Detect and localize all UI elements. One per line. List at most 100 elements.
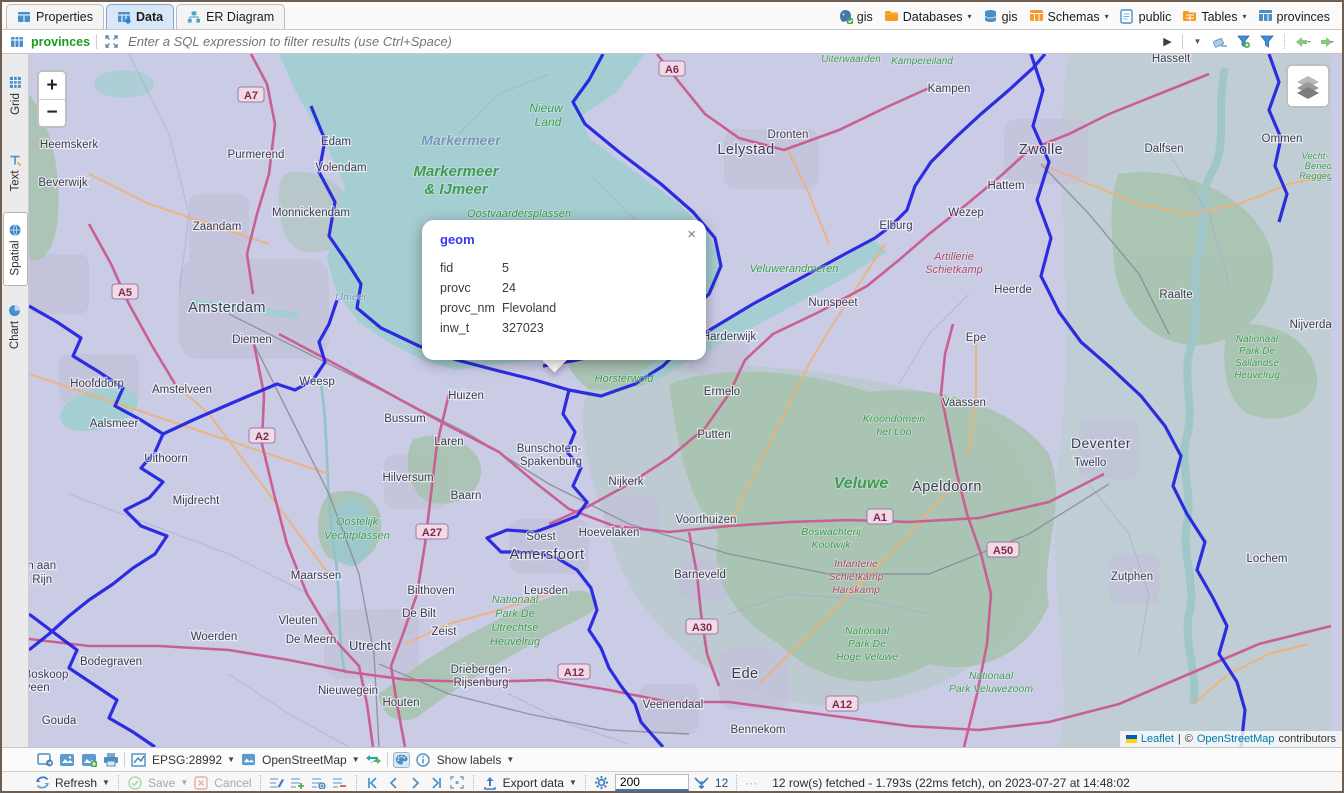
first-page-icon[interactable] xyxy=(365,775,381,791)
basemap-dropdown-icon[interactable]: ▼ xyxy=(352,755,360,764)
road-badge: A27 xyxy=(416,524,448,539)
svg-text:A50: A50 xyxy=(993,545,1013,557)
popup-title[interactable]: geom xyxy=(440,232,690,247)
chevron-down-icon[interactable]: ▾ xyxy=(968,12,972,21)
map-canvas[interactable]: A7A6A5A2A27A1A50A30A12A12 HeemskerkBever… xyxy=(29,54,1331,747)
map-city-label: Boskoop xyxy=(29,669,68,681)
map-city-label: Vaassen xyxy=(942,397,986,409)
map-city-label: Amsterdam xyxy=(188,300,266,316)
save-dropdown-icon[interactable]: ▼ xyxy=(180,778,188,787)
presentation-tab-text[interactable]: Text xyxy=(3,135,28,209)
show-labels-dropdown-icon[interactable]: ▼ xyxy=(506,755,514,764)
map-city-label: Hilversum xyxy=(382,472,433,484)
presentation-tab-grid[interactable]: Grid xyxy=(3,58,28,132)
nav-back-icon[interactable] xyxy=(1294,33,1311,50)
map-area-label: Oostelijk xyxy=(336,516,379,528)
breadcrumb-item-gis[interactable]: gis xyxy=(838,9,873,24)
next-page-icon[interactable] xyxy=(407,775,423,791)
tab-er-diagram[interactable]: ER Diagram xyxy=(176,4,285,29)
breadcrumb-item-schemas[interactable]: Schemas▾ xyxy=(1029,9,1109,24)
style-palette-icon[interactable] xyxy=(393,752,410,768)
edit-row-icon[interactable] xyxy=(269,775,285,791)
flip-coordinates-icon[interactable] xyxy=(365,752,382,768)
zoom-out-button[interactable]: − xyxy=(39,99,65,126)
refresh-label[interactable]: Refresh xyxy=(55,776,97,790)
map-area-label: Heuvelrug xyxy=(490,636,541,648)
map-area-label: Veluwe xyxy=(834,475,889,492)
breadcrumb-item-public[interactable]: public xyxy=(1120,9,1172,24)
road-badge: A30 xyxy=(686,619,718,634)
export-label[interactable]: Export data xyxy=(503,776,564,790)
map-area-label: Boswachterij xyxy=(801,526,861,538)
segment-fetch-icon[interactable] xyxy=(694,775,710,791)
copy-map-icon[interactable] xyxy=(36,752,53,768)
chevron-down-icon[interactable]: ▾ xyxy=(1105,12,1109,21)
basemap-label[interactable]: OpenStreetMap xyxy=(262,753,347,767)
save-icon[interactable] xyxy=(127,775,143,791)
save-image-icon[interactable] xyxy=(58,752,75,768)
show-labels-label[interactable]: Show labels xyxy=(437,753,502,767)
save-image-as-icon[interactable] xyxy=(80,752,97,768)
delete-row-icon[interactable] xyxy=(332,775,348,791)
layers-control[interactable] xyxy=(1286,64,1330,108)
map-city-label: Hoofddorp xyxy=(70,378,124,390)
settings-gear-icon[interactable] xyxy=(594,775,610,791)
save-label[interactable]: Save xyxy=(148,776,175,790)
crs-icon xyxy=(130,752,147,768)
fetch-size-input[interactable] xyxy=(615,774,689,791)
overflow-ellipsis[interactable]: ··· xyxy=(745,776,757,790)
osm-link[interactable]: OpenStreetMap xyxy=(1197,733,1275,745)
er-icon xyxy=(187,10,201,24)
breadcrumb-item-gis[interactable]: gis xyxy=(983,9,1018,24)
cancel-label[interactable]: Cancel xyxy=(214,776,251,790)
spatial-map-viewer[interactable]: A7A6A5A2A27A1A50A30A12A12 HeemskerkBever… xyxy=(29,54,1342,747)
presentation-tab-chart[interactable]: Chart xyxy=(3,289,28,363)
add-row-icon[interactable] xyxy=(290,775,306,791)
refresh-icon[interactable] xyxy=(34,775,50,791)
presentation-tab-spatial[interactable]: Spatial xyxy=(3,212,28,286)
erase-filter-icon[interactable] xyxy=(1212,33,1229,50)
breadcrumb-item-provinces[interactable]: provinces xyxy=(1258,9,1331,24)
entity-name[interactable]: provinces xyxy=(31,35,90,49)
svg-text:A1: A1 xyxy=(873,512,887,524)
duplicate-row-icon[interactable] xyxy=(311,775,327,791)
road-badge: A50 xyxy=(987,542,1019,557)
side-tab-label: Grid xyxy=(9,93,21,115)
export-dropdown-icon[interactable]: ▼ xyxy=(569,778,577,787)
fetch-all-icon[interactable] xyxy=(449,775,465,791)
breadcrumb-item-databases[interactable]: Databases▾ xyxy=(884,9,972,24)
cancel-icon[interactable] xyxy=(193,775,209,791)
close-icon[interactable]: × xyxy=(687,226,696,243)
svg-text:A7: A7 xyxy=(244,90,258,102)
tab-properties[interactable]: Properties xyxy=(6,4,104,29)
popup-attr-key: fid xyxy=(440,261,502,275)
map-city-label: Apeldoorn xyxy=(912,479,982,495)
map-city-label: Elburg xyxy=(879,220,912,232)
schema-icon xyxy=(1029,9,1044,24)
results-area: Grid Text Spatial Chart xyxy=(2,54,1342,747)
save-filter-icon[interactable] xyxy=(1235,33,1252,50)
sql-filter-input[interactable] xyxy=(126,33,1153,50)
previous-page-icon[interactable] xyxy=(386,775,402,791)
contributors-label: contributors xyxy=(1279,733,1336,745)
crs-label[interactable]: EPSG:28992 xyxy=(152,753,222,767)
map-area-label: Land xyxy=(535,115,562,129)
chevron-down-icon[interactable]: ▾ xyxy=(1242,12,1246,21)
last-page-icon[interactable] xyxy=(428,775,444,791)
zoom-in-button[interactable]: + xyxy=(39,72,65,99)
breadcrumb-item-tables[interactable]: Tables▾ xyxy=(1182,9,1246,24)
expand-filter-icon[interactable] xyxy=(103,33,120,50)
map-city-label: Zwolle xyxy=(1019,142,1063,158)
leaflet-link[interactable]: Leaflet xyxy=(1141,733,1174,745)
tab-data[interactable]: Data xyxy=(106,4,174,29)
export-icon[interactable] xyxy=(482,775,498,791)
map-attribution: Leaflet | © OpenStreetMap contributors xyxy=(1120,731,1342,747)
apply-filter-icon[interactable]: ▶ xyxy=(1159,33,1176,50)
refresh-dropdown-icon[interactable]: ▼ xyxy=(102,778,110,787)
crs-dropdown-icon[interactable]: ▼ xyxy=(227,755,235,764)
nav-forward-icon[interactable] xyxy=(1317,33,1334,50)
custom-filter-icon[interactable] xyxy=(1258,33,1275,50)
print-icon[interactable] xyxy=(102,752,119,768)
filter-history-dropdown-icon[interactable]: ▼ xyxy=(1189,33,1206,50)
road-badge: A7 xyxy=(238,87,264,102)
